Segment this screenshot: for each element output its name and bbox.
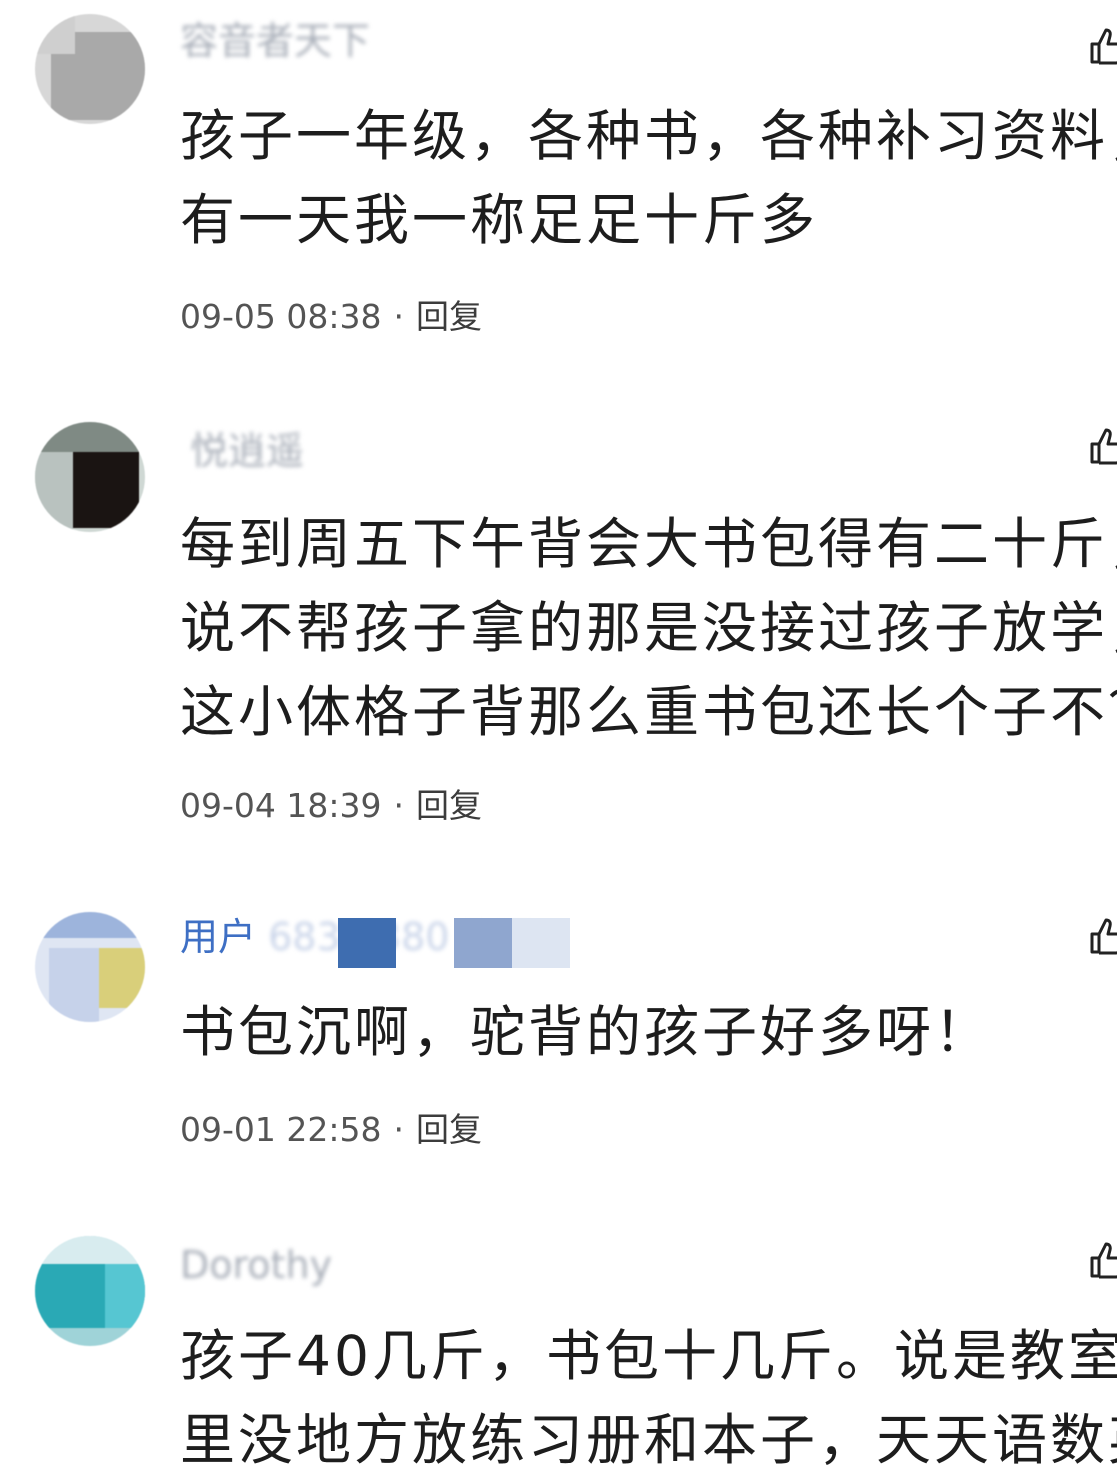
comment-text-line: 说不帮孩子拿的那是没接过孩子放学， (180, 596, 1117, 660)
username[interactable]: 悦逍遥 (190, 428, 304, 474)
comment-text-line: 里没地方放练习册和本子，天天语数英 (180, 1408, 1117, 1472)
avatar[interactable] (35, 14, 145, 124)
thumbs-up-outline-icon[interactable] (1088, 26, 1117, 66)
thumbs-up-outline-icon[interactable] (1088, 426, 1117, 466)
comment-text-line: 有一天我一称足足十斤多 (180, 188, 819, 252)
thumbs-up-outline-icon[interactable] (1088, 1240, 1117, 1280)
timestamp: 09-05 08:38 (180, 297, 382, 336)
comment-text-line: 这小体格子背那么重书包还长个子不？ (180, 680, 1117, 744)
avatar[interactable] (35, 422, 145, 532)
comment-text-line: 每到周五下午背会大书包得有二十斤， (180, 512, 1117, 576)
comment-text: 孩子一年级，各种书，各种补习资料， 有一天我一称足足十斤多 (180, 94, 1117, 262)
avatar[interactable] (35, 1236, 145, 1346)
mosaic-block (512, 918, 570, 968)
username[interactable]: 容音者天下 (180, 18, 370, 64)
comment-text: 书包沉啊，驼背的孩子好多呀！ (180, 990, 1117, 1074)
timestamp: 09-01 22:58 (180, 1110, 382, 1149)
comment-text-line: 孩子40几斤，书包十几斤。说是教室 (180, 1324, 1117, 1388)
comment-meta: 09-05 08:38 · 回复 (180, 297, 482, 337)
comment-text-line: 书包沉啊，驼背的孩子好多呀！ (180, 1000, 993, 1064)
reply-button[interactable]: 回复 (416, 297, 482, 337)
separator-dot: · (393, 1110, 404, 1149)
comment-text: 孩子40几斤，书包十几斤。说是教室 里没地方放练习册和本子，天天语数英 (180, 1314, 1117, 1482)
comment-text: 每到周五下午背会大书包得有二十斤， 说不帮孩子拿的那是没接过孩子放学， 这小体格… (180, 502, 1117, 754)
username-prefix: 用户 (180, 915, 257, 959)
username[interactable]: Dorothy (180, 1242, 332, 1288)
timestamp: 09-04 18:39 (180, 786, 382, 825)
comment-meta: 09-04 18:39 · 回复 (180, 786, 482, 826)
mosaic-block (338, 918, 396, 968)
thumbs-up-outline-icon[interactable] (1088, 916, 1117, 956)
avatar[interactable] (35, 912, 145, 1022)
reply-button[interactable]: 回复 (416, 786, 482, 826)
separator-dot: · (393, 786, 404, 825)
comment-text-line: 孩子一年级，各种书，各种补习资料， (180, 104, 1117, 168)
comment-meta: 09-01 22:58 · 回复 (180, 1110, 482, 1150)
separator-dot: · (393, 297, 404, 336)
mosaic-block (454, 918, 512, 968)
reply-button[interactable]: 回复 (416, 1110, 482, 1150)
